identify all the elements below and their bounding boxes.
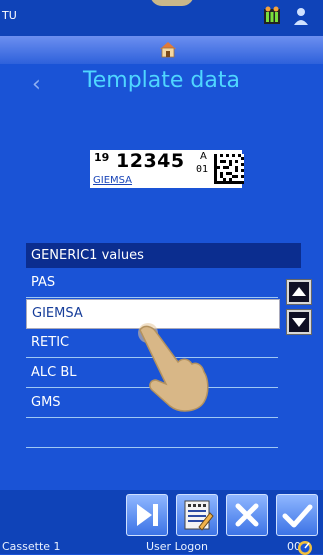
scroll-up-button[interactable]: [286, 279, 312, 305]
scroll-down-button[interactable]: [286, 309, 312, 335]
list-item-label: GIEMSA: [32, 306, 83, 321]
label-number: 12345: [116, 150, 185, 172]
cassette-status: Cassette 1: [2, 540, 61, 553]
cancel-button[interactable]: [226, 494, 268, 536]
label-preview: 19 12345 A 01 GIEMSA: [90, 150, 244, 188]
datamatrix-barcode: [214, 154, 244, 184]
user-icon: [294, 8, 308, 25]
label-stain: GIEMSA: [93, 175, 133, 186]
label-day: 19: [94, 151, 110, 164]
skip-button[interactable]: [126, 494, 168, 536]
list-item[interactable]: PAS: [26, 269, 278, 298]
label-subnumber: 01: [196, 164, 209, 175]
confirm-icon: [282, 504, 313, 528]
page-title: Template data: [83, 68, 240, 93]
print-template-icon: [184, 500, 214, 531]
skip-icon: [137, 504, 158, 526]
confirm-button[interactable]: [276, 494, 318, 536]
user-logon-link[interactable]: User Logon: [146, 540, 208, 553]
list-item[interactable]: [26, 419, 278, 448]
gauge-icon: [298, 541, 312, 555]
app-label: TU: [2, 9, 17, 22]
battery-icon: [264, 6, 280, 24]
scroll-up-icon: [289, 282, 309, 302]
finger-pointer-icon: [138, 323, 209, 412]
bottom-status-bar: Cassette 1 User Logon 00: [0, 538, 323, 554]
list-item-label: RETIC: [31, 335, 70, 350]
scroll-down-icon: [289, 312, 309, 332]
list-item-label: ALC BL: [31, 365, 77, 380]
cancel-icon: [235, 503, 259, 527]
list-item-label: [26, 425, 31, 440]
list-item-label: PAS: [31, 275, 56, 290]
home-icon[interactable]: [159, 40, 177, 58]
list-header-label: GENERIC1 values: [31, 248, 144, 263]
label-letter: A: [200, 151, 207, 162]
list-header: GENERIC1 values: [26, 243, 301, 268]
print-template-button[interactable]: [176, 494, 218, 536]
list-item-label: GMS: [31, 395, 61, 410]
